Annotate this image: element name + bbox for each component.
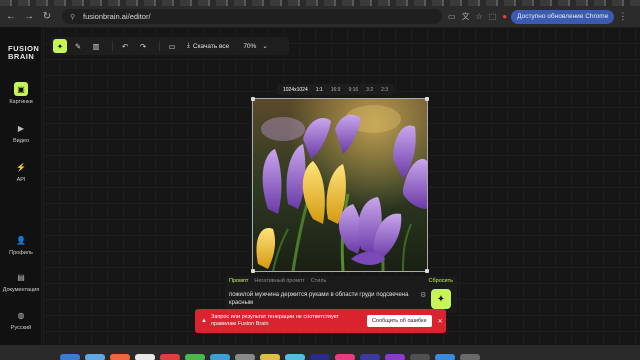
image-icon: ▣: [14, 82, 28, 96]
globe-icon: ◍: [17, 310, 25, 320]
browser-toolbar: ← → ↻ ⚲ fusionbrain.ai/editor/ ▭ 文 ☆ ⬚ ●…: [0, 6, 640, 27]
ratio-bar: 1024x1024 1:1 16:9 9:16 3:2 2:3: [277, 84, 395, 95]
sidebar-item-label: Картинки: [9, 99, 33, 105]
tab-negative-prompt[interactable]: Негативный промпт: [254, 278, 304, 284]
video-icon: ▶: [17, 123, 25, 133]
settings-icon[interactable]: ⚙: [420, 291, 426, 299]
url-text: fusionbrain.ai/editor/: [83, 12, 151, 21]
dock-app-icon[interactable]: [310, 354, 330, 360]
resize-handle[interactable]: [251, 97, 255, 101]
toolbar-divider: [159, 41, 160, 51]
sidebar-item-label: Профиль: [9, 250, 33, 256]
dock-app-icon[interactable]: [135, 354, 155, 360]
tab-prompt[interactable]: Промпт: [229, 278, 248, 284]
logo[interactable]: FUSION BRAIN: [8, 45, 39, 61]
report-error-button[interactable]: Сообщить об ошибке: [366, 315, 432, 327]
sidebar-item-label: Документация: [2, 287, 40, 293]
reload-icon[interactable]: ↻: [40, 10, 54, 24]
profile-icon: 👤: [16, 235, 26, 245]
resize-handle[interactable]: [251, 269, 255, 273]
resize-handle[interactable]: [425, 97, 429, 101]
toolbar-divider: [112, 41, 113, 51]
dock-app-icon[interactable]: [110, 354, 130, 360]
sidebar-item-docs[interactable]: ▤ Документация: [0, 270, 42, 294]
dock-app-icon[interactable]: [410, 354, 430, 360]
sidebar-item-images[interactable]: ▣ Картинки: [0, 82, 42, 105]
dock-app-icon[interactable]: [185, 354, 205, 360]
sidebar-item-label: Видео: [12, 138, 30, 144]
api-icon: ⚡: [16, 162, 26, 172]
dock-app-icon[interactable]: [260, 354, 280, 360]
prompt-input[interactable]: пожилой мужчина держится руками в област…: [229, 291, 417, 307]
bookmark-icon[interactable]: ☆: [476, 12, 483, 21]
download-all-label: Скачать все: [192, 42, 230, 50]
dock-app-icon[interactable]: [460, 354, 480, 360]
translate-icon[interactable]: 文: [462, 11, 470, 22]
forward-icon[interactable]: →: [22, 10, 36, 24]
editor-canvas[interactable]: ✦ ✎ ▥ ↶ ↷ ▭ ⤓ Скачать все 70% ⌄ 1024x102…: [43, 27, 640, 345]
close-icon[interactable]: ✕: [438, 318, 443, 325]
ratio-option[interactable]: 1:1: [313, 86, 326, 94]
dock-app-icon[interactable]: [385, 354, 405, 360]
ratio-option[interactable]: 16:9: [328, 86, 344, 94]
reset-button[interactable]: Сбросить: [429, 278, 453, 284]
fit-screen-icon[interactable]: ▭: [165, 39, 179, 53]
ratio-size: 1024x1024: [283, 86, 308, 93]
zoom-value: 70%: [243, 42, 257, 50]
resize-handle[interactable]: [425, 269, 429, 273]
profile-icon[interactable]: ●: [502, 12, 507, 21]
dock-app-icon[interactable]: [285, 354, 305, 360]
warning-icon: ▲: [201, 318, 207, 324]
sidebar-item-video[interactable]: ▶ Видео: [0, 121, 42, 145]
download-all-button[interactable]: ⤓ Скачать все: [183, 42, 233, 50]
dock-app-icon[interactable]: [85, 354, 105, 360]
back-icon[interactable]: ←: [4, 10, 18, 24]
ratio-option[interactable]: 2:3: [378, 86, 391, 94]
sidebar-item-label: API: [16, 177, 26, 183]
crocus-image: [253, 99, 427, 271]
sidebar-item-label: Русский: [10, 325, 32, 331]
prompt-tabs: Промпт Негативный промпт Стиль: [225, 276, 457, 286]
error-toast: ▲ Запрос или результат генерации не соот…: [195, 309, 446, 333]
download-icon: ⤓: [187, 42, 190, 49]
sidebar: FUSION BRAIN ▣ Картинки ▶ Видео ⚡ API 👤 …: [0, 27, 42, 345]
save-icon[interactable]: ▥: [89, 39, 103, 53]
ratio-option[interactable]: 3:2: [363, 86, 376, 94]
redo-icon[interactable]: ↷: [136, 39, 150, 53]
ratio-option[interactable]: 9:16: [345, 86, 361, 94]
tab-style[interactable]: Стиль: [311, 278, 327, 284]
dock-app-icon[interactable]: [360, 354, 380, 360]
site-info-icon[interactable]: ⚲: [70, 13, 78, 21]
browser-action-icons: ▭ 文 ☆ ⬚ ●: [448, 11, 507, 22]
dock-app-icon[interactable]: [160, 354, 180, 360]
chevron-down-icon: ⌄: [262, 43, 268, 50]
document-icon: ▤: [17, 272, 25, 282]
generated-image[interactable]: [252, 98, 428, 272]
toast-message: Запрос или результат генерации не соотве…: [210, 314, 340, 327]
screen: ← → ↻ ⚲ fusionbrain.ai/editor/ ▭ 文 ☆ ⬚ ●…: [0, 0, 640, 360]
cast-icon[interactable]: ▭: [448, 12, 456, 21]
sparkle-icon: ✦: [436, 293, 446, 305]
prompt-panel: Промпт Негативный промпт Стиль Сбросить …: [225, 276, 457, 313]
dock-app-icon[interactable]: [335, 354, 355, 360]
generate-button[interactable]: ✦: [431, 289, 451, 309]
dock-app-icon[interactable]: [235, 354, 255, 360]
zoom-select[interactable]: 70% ⌄: [243, 42, 268, 51]
sidebar-item-api[interactable]: ⚡ API: [0, 160, 42, 184]
extensions-icon[interactable]: ⬚: [489, 12, 497, 21]
address-bar[interactable]: ⚲ fusionbrain.ai/editor/: [62, 9, 442, 24]
menu-icon[interactable]: ⋮: [618, 11, 627, 22]
dock-app-icon[interactable]: [210, 354, 230, 360]
brush-icon[interactable]: ✎: [71, 39, 85, 53]
sidebar-item-language[interactable]: ◍ Русский: [0, 308, 42, 332]
dock-app-icon[interactable]: [60, 354, 80, 360]
undo-icon[interactable]: ↶: [118, 39, 132, 53]
sidebar-item-profile[interactable]: 👤 Профиль: [0, 233, 42, 257]
add-image-icon[interactable]: ✦: [53, 39, 67, 53]
editor-toolbar: ✦ ✎ ▥ ↶ ↷ ▭ ⤓ Скачать все 70% ⌄: [51, 37, 289, 55]
update-chrome-button[interactable]: Доступно обновление Chrome: [511, 9, 615, 24]
dock-app-icon[interactable]: [435, 354, 455, 360]
